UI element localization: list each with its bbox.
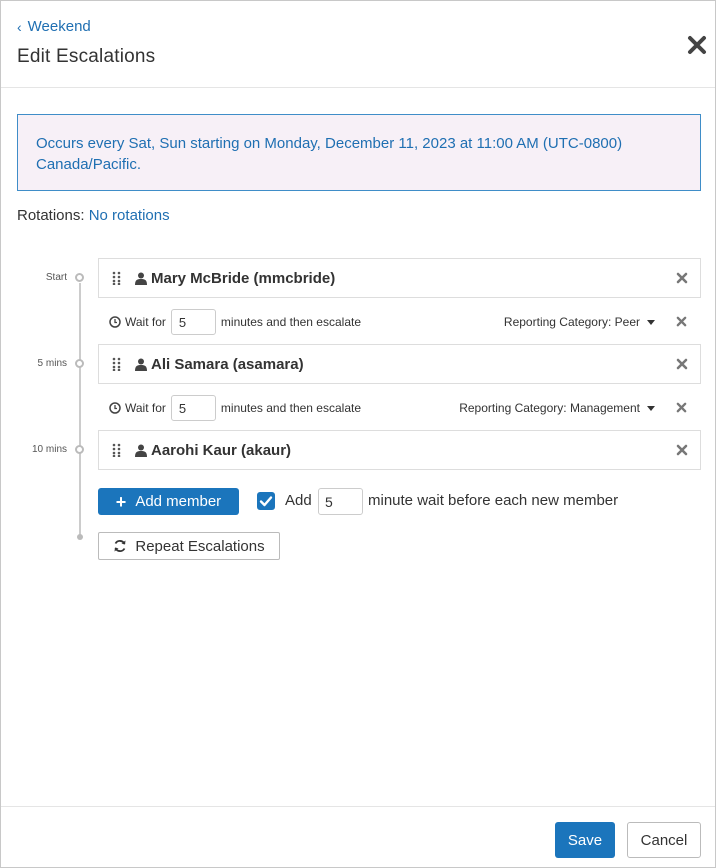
remove-member-icon[interactable] — [676, 272, 688, 284]
member-name: Ali Samara (asamara) — [151, 355, 304, 373]
clock-icon — [109, 402, 121, 414]
escalation-member: Mary McBride (mmcbride) — [98, 258, 701, 298]
check-icon — [259, 496, 273, 507]
reporting-category-dropdown[interactable]: Reporting Category: Peer — [504, 315, 655, 329]
remove-member-icon[interactable] — [676, 358, 688, 370]
wait-minutes-input[interactable] — [170, 395, 216, 421]
remove-member-icon[interactable] — [676, 444, 688, 456]
member-name: Aarohi Kaur (akaur) — [151, 441, 292, 459]
caret-down-icon — [647, 405, 655, 411]
back-link-label: Weekend — [27, 18, 91, 35]
timeline-label-10-mins: 10 mins — [31, 444, 67, 455]
repeat-escalations-label: Repeat Escalations — [135, 537, 265, 555]
refresh-icon — [114, 540, 126, 552]
remove-wait-icon[interactable] — [676, 316, 687, 327]
edit-escalations-modal: ‹ Weekend Edit Escalations Occurs every … — [0, 0, 716, 868]
timeline-end-dot — [77, 534, 83, 540]
reporting-category-label: Reporting Category: Management — [459, 401, 640, 415]
escalation-member: Aarohi Kaur (akaur) — [98, 430, 701, 470]
cancel-button[interactable]: Cancel — [627, 822, 701, 858]
add-member-button[interactable]: + Add member — [98, 488, 239, 515]
wait-suffix: minutes and then escalate — [220, 401, 361, 415]
header-divider — [1, 87, 715, 88]
remove-wait-icon[interactable] — [676, 402, 687, 413]
caret-down-icon — [647, 319, 655, 325]
reporting-category-dropdown[interactable]: Reporting Category: Management — [459, 401, 655, 415]
reporting-category-label: Reporting Category: Peer — [503, 315, 640, 329]
timeline-dot — [75, 273, 84, 282]
rotations-row: Rotations: No rotations — [17, 207, 170, 224]
add-wait-label: Add — [285, 492, 312, 509]
wait-row: Wait for minutes and then escalate Repor… — [109, 394, 701, 422]
plus-icon: + — [115, 491, 127, 512]
page-title: Edit Escalations — [17, 46, 156, 67]
add-wait-suffix: minute wait before each new member — [368, 492, 619, 509]
repeat-escalations-button[interactable]: Repeat Escalations — [98, 532, 280, 560]
wait-row: Wait for minutes and then escalate Repor… — [109, 308, 701, 336]
drag-handle-icon[interactable] — [112, 443, 122, 457]
user-icon — [135, 444, 147, 457]
wait-suffix: minutes and then escalate — [220, 315, 361, 329]
back-link[interactable]: ‹ Weekend — [17, 18, 91, 35]
add-member-label: Add member — [135, 493, 222, 510]
escalation-member: Ali Samara (asamara) — [98, 344, 701, 384]
wait-minutes-input[interactable] — [170, 309, 216, 335]
timeline-label-5-mins: 5 mins — [37, 358, 67, 369]
timeline-label-start: Start — [45, 272, 67, 283]
rotations-label: Rotations: — [17, 207, 85, 224]
rotations-link[interactable]: No rotations — [89, 207, 170, 224]
chevron-left-icon: ‹ — [17, 18, 22, 35]
close-icon[interactable] — [685, 33, 709, 57]
wait-prefix: Wait for — [125, 315, 166, 329]
member-name: Mary McBride (mmcbride) — [151, 269, 336, 287]
schedule-info-box: Occurs every Sat, Sun starting on Monday… — [17, 114, 701, 191]
drag-handle-icon[interactable] — [112, 357, 122, 371]
user-icon — [135, 272, 147, 285]
clock-icon — [109, 316, 121, 328]
user-icon — [135, 358, 147, 371]
footer-divider — [1, 806, 715, 807]
drag-handle-icon[interactable] — [112, 271, 122, 285]
wait-prefix: Wait for — [125, 401, 166, 415]
save-button[interactable]: Save — [555, 822, 615, 858]
timeline-dot — [75, 445, 84, 454]
add-wait-minutes-input[interactable] — [318, 488, 363, 515]
timeline-dot — [75, 359, 84, 368]
timeline-line — [79, 283, 81, 537]
add-wait-checkbox[interactable] — [257, 492, 275, 510]
